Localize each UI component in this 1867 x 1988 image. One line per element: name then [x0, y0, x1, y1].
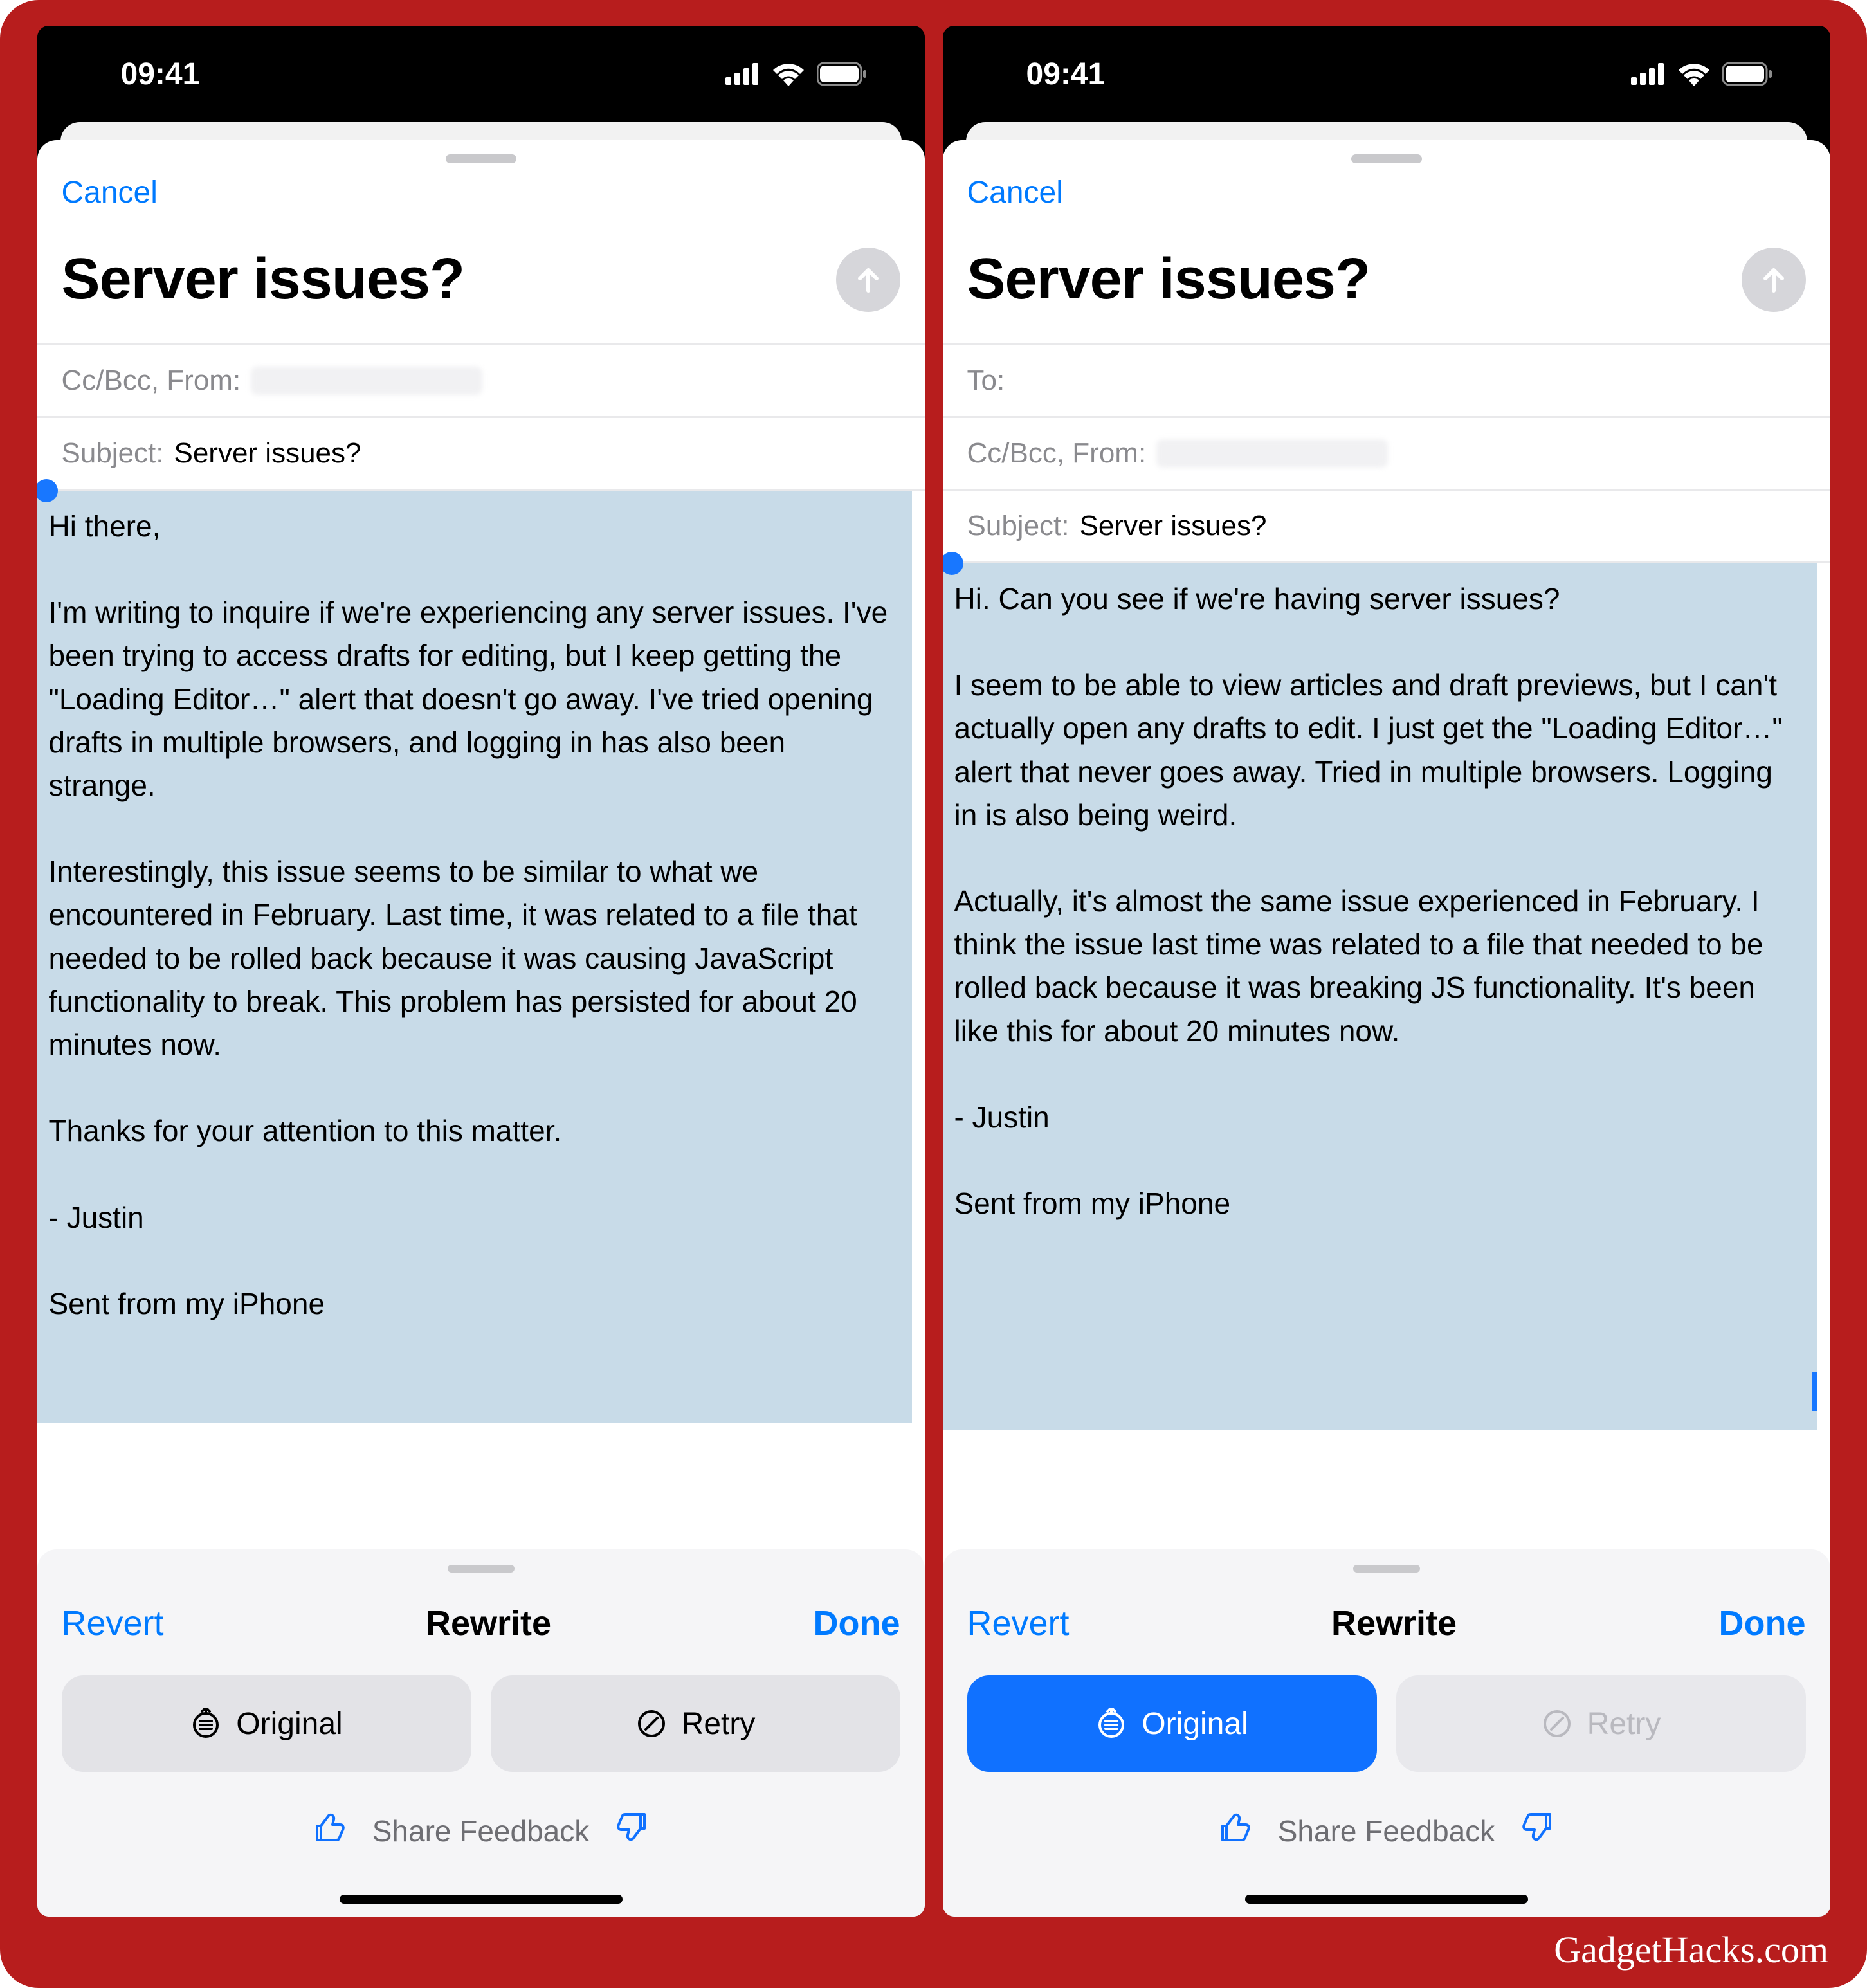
battery-icon: [1722, 62, 1772, 86]
to-field[interactable]: To:: [943, 345, 1830, 418]
selection-handle-icon[interactable]: [37, 479, 58, 502]
toolbar-grabber[interactable]: [448, 1565, 515, 1573]
toolbar-title: Rewrite: [426, 1603, 551, 1643]
thumbs-up-icon[interactable]: [314, 1812, 345, 1850]
from-address-redacted: [1156, 439, 1388, 468]
home-indicator[interactable]: [1245, 1895, 1528, 1904]
to-label: To:: [967, 365, 1005, 397]
subject-field[interactable]: Subject: Server issues?: [943, 491, 1830, 563]
retry-label: Retry: [1587, 1706, 1661, 1742]
rewind-icon: [1095, 1708, 1127, 1740]
toolbar-grabber[interactable]: [1353, 1565, 1420, 1573]
wifi-icon: [772, 62, 805, 86]
compose-title: Server issues?: [62, 246, 464, 313]
retry-button[interactable]: Retry: [491, 1675, 900, 1772]
selection-handle-icon[interactable]: [943, 552, 963, 575]
original-button[interactable]: Original: [967, 1675, 1377, 1772]
from-address-redacted: [251, 367, 482, 395]
rewrite-toolbar: Revert Rewrite Done Original Retry: [943, 1549, 1830, 1917]
cellular-signal-icon: [725, 63, 760, 85]
original-button[interactable]: Original: [62, 1675, 471, 1772]
watermark: GadgetHacks.com: [1554, 1928, 1828, 1971]
subject-label: Subject:: [967, 510, 1070, 542]
wifi-icon: [1677, 62, 1711, 86]
cancel-button[interactable]: Cancel: [967, 176, 1063, 210]
share-feedback-button[interactable]: Share Feedback: [1278, 1814, 1495, 1848]
toolbar-title: Rewrite: [1331, 1603, 1457, 1643]
phone-right: 09:41 Cancel Server issues?: [943, 26, 1830, 1917]
revert-button[interactable]: Revert: [967, 1603, 1070, 1643]
status-bar: 09:41: [943, 26, 1830, 122]
sheet-grabber[interactable]: [446, 154, 516, 163]
home-indicator[interactable]: [340, 1895, 623, 1904]
battery-icon: [817, 62, 867, 86]
ccbcc-from-label: Cc/Bcc, From:: [967, 437, 1147, 470]
ccbcc-from-label: Cc/Bcc, From:: [62, 365, 241, 397]
compose-sheet: Cancel Server issues? Cc/Bcc, From: Subj…: [37, 140, 925, 1917]
subject-label: Subject:: [62, 437, 164, 470]
ccbcc-from-field[interactable]: Cc/Bcc, From:: [37, 345, 925, 418]
message-body[interactable]: Hi. Can you see if we're having server i…: [943, 563, 1817, 1430]
thumbs-down-icon[interactable]: [616, 1812, 647, 1850]
subject-value: Server issues?: [1079, 510, 1266, 542]
revert-button[interactable]: Revert: [62, 1603, 164, 1643]
status-time: 09:41: [121, 57, 200, 92]
message-body[interactable]: Hi there, I'm writing to inquire if we'r…: [37, 491, 912, 1423]
cellular-signal-icon: [1631, 63, 1666, 85]
send-button[interactable]: [836, 248, 900, 312]
done-button[interactable]: Done: [1719, 1603, 1806, 1643]
status-bar: 09:41: [37, 26, 925, 122]
phone-left: 09:41 Cancel Server issues?: [37, 26, 925, 1917]
retry-label: Retry: [682, 1706, 756, 1742]
subject-field[interactable]: Subject: Server issues?: [37, 418, 925, 491]
share-feedback-button[interactable]: Share Feedback: [372, 1814, 590, 1848]
done-button[interactable]: Done: [814, 1603, 900, 1643]
retry-icon: [635, 1708, 668, 1740]
status-time: 09:41: [1026, 57, 1106, 92]
compose-title: Server issues?: [967, 246, 1370, 313]
text-caret: [1812, 1372, 1817, 1411]
retry-icon: [1541, 1708, 1573, 1740]
subject-value: Server issues?: [174, 437, 361, 470]
rewind-icon: [190, 1708, 222, 1740]
thumbs-up-icon[interactable]: [1220, 1812, 1251, 1850]
original-label: Original: [1142, 1706, 1248, 1742]
cancel-button[interactable]: Cancel: [62, 176, 158, 210]
ccbcc-from-field[interactable]: Cc/Bcc, From:: [943, 418, 1830, 491]
thumbs-down-icon[interactable]: [1522, 1812, 1553, 1850]
sheet-grabber[interactable]: [1351, 154, 1422, 163]
compose-sheet: Cancel Server issues? To: Cc/Bcc, From: …: [943, 140, 1830, 1917]
original-label: Original: [236, 1706, 342, 1742]
send-button[interactable]: [1742, 248, 1806, 312]
retry-button-disabled: Retry: [1396, 1675, 1806, 1772]
rewrite-toolbar: Revert Rewrite Done Original Retry: [37, 1549, 925, 1917]
